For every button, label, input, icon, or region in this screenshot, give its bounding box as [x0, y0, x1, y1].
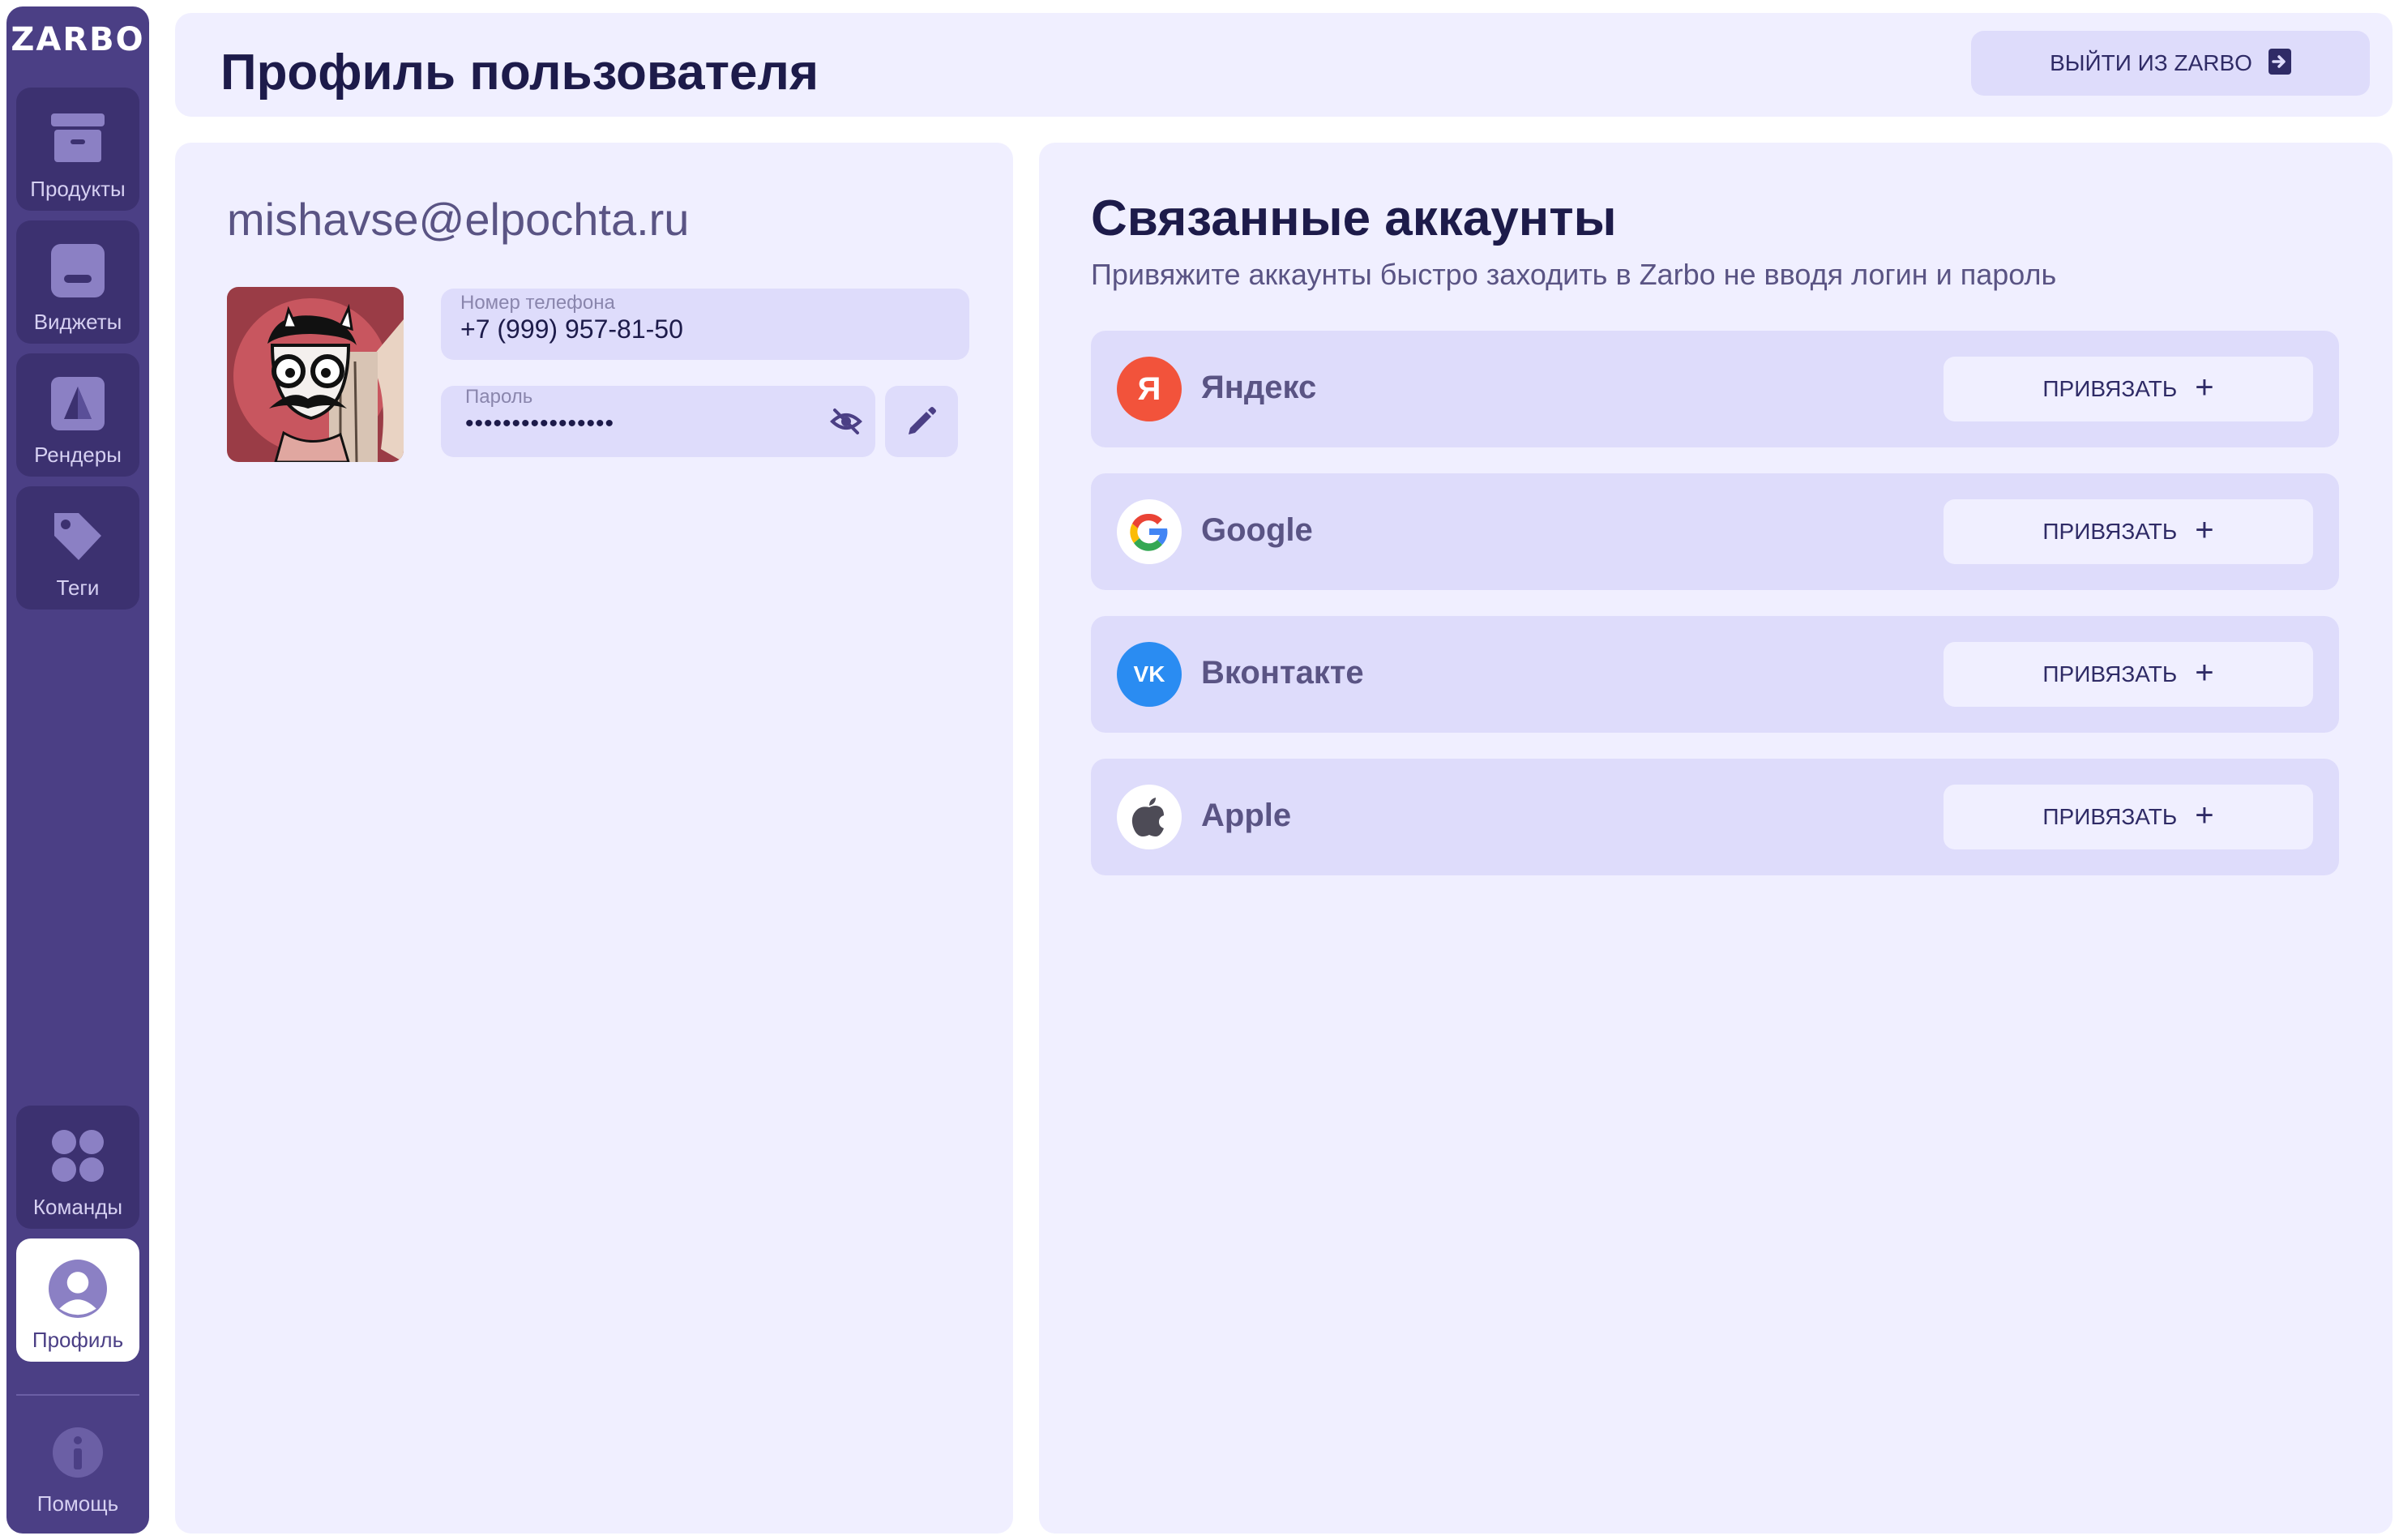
account-name: Вконтакте — [1201, 655, 1364, 691]
sidebar-item-help[interactable]: Помощь — [16, 1402, 139, 1525]
sidebar-item-label: Команды — [32, 1195, 123, 1219]
sidebar-item-renders[interactable]: Рендеры — [16, 353, 139, 477]
phone-value: +7 (999) 957-81-50 — [460, 314, 683, 344]
sidebar-item-profile[interactable]: Профиль — [16, 1238, 139, 1362]
link-button-label: ПРИВЯЗАТЬ — [2042, 804, 2178, 829]
account-name: Яндекс — [1201, 370, 1317, 405]
link-vk-button[interactable]: ПРИВЯЗАТЬ + — [1944, 642, 2313, 707]
phone-field[interactable]: Номер телефона +7 (999) 957-81-50 — [441, 289, 969, 360]
edit-password-button[interactable] — [885, 386, 958, 457]
sidebar: ZARBO Продукты Виджеты Рендеры Теги Кома… — [6, 6, 149, 1534]
password-field[interactable]: Пароль •••••••••••••••• — [441, 386, 875, 457]
account-row-google: Google ПРИВЯЗАТЬ + — [1091, 473, 2339, 590]
profile-panel: mishavse@elpochta.ru Номер телефона +7 (… — [175, 143, 1013, 1534]
archive-box-icon — [49, 109, 107, 167]
link-apple-button[interactable]: ПРИВЯЗАТЬ + — [1944, 785, 2313, 849]
account-name: Apple — [1201, 798, 1292, 833]
link-button-label: ПРИВЯЗАТЬ — [2042, 376, 2178, 401]
linked-accounts-title: Связанные аккаунты — [1091, 190, 1617, 246]
link-button-label: ПРИВЯЗАТЬ — [2042, 519, 2178, 544]
sidebar-item-products[interactable]: Продукты — [16, 88, 139, 211]
linked-accounts-panel: Связанные аккаунты Привяжите аккаунты бы… — [1039, 143, 2393, 1534]
page-header: Профиль пользователя ВЫЙТИ ИЗ ZARBO — [175, 13, 2393, 117]
account-row-vk: VK Вконтакте ПРИВЯЗАТЬ + — [1091, 616, 2339, 733]
google-icon — [1117, 499, 1182, 564]
page-title: Профиль пользователя — [220, 45, 819, 101]
plus-icon: + — [2195, 655, 2214, 691]
zarbo-logo[interactable]: ZARBO — [6, 21, 149, 58]
logout-button[interactable]: ВЫЙТИ ИЗ ZARBO — [1971, 31, 2370, 96]
logout-icon — [2268, 48, 2291, 79]
link-button-label: ПРИВЯЗАТЬ — [2042, 661, 2178, 687]
user-avatar-icon — [49, 1260, 107, 1318]
account-row-apple: Apple ПРИВЯЗАТЬ + — [1091, 759, 2339, 875]
plus-icon: + — [2195, 512, 2214, 548]
sidebar-item-label: Рендеры — [34, 443, 122, 467]
sidebar-item-label: Теги — [56, 575, 100, 600]
sidebar-item-label: Виджеты — [33, 310, 122, 334]
widget-icon — [49, 242, 107, 300]
link-google-button[interactable]: ПРИВЯЗАТЬ + — [1944, 499, 2313, 564]
password-value: •••••••••••••••• — [465, 410, 615, 437]
user-email: mishavse@elpochta.ru — [227, 194, 690, 245]
vk-icon: VK — [1117, 642, 1182, 707]
user-avatar[interactable] — [227, 287, 404, 462]
linked-accounts-subtitle: Привяжите аккаунты быстро заходить в Zar… — [1091, 258, 2057, 291]
teams-grid-icon — [49, 1127, 107, 1185]
sidebar-item-tags[interactable]: Теги — [16, 486, 139, 610]
sidebar-item-teams[interactable]: Команды — [16, 1106, 139, 1229]
render-pyramid-icon — [49, 374, 107, 433]
sidebar-item-label: Профиль — [32, 1328, 124, 1352]
plus-icon: + — [2195, 370, 2214, 405]
plus-icon: + — [2195, 798, 2214, 833]
eye-off-icon[interactable] — [830, 405, 862, 438]
apple-icon — [1117, 785, 1182, 849]
account-name: Google — [1201, 512, 1313, 548]
sidebar-item-label: Помощь — [36, 1491, 119, 1516]
link-yandex-button[interactable]: ПРИВЯЗАТЬ + — [1944, 357, 2313, 421]
tag-icon — [49, 507, 107, 566]
account-row-yandex: Я Яндекс ПРИВЯЗАТЬ + — [1091, 331, 2339, 447]
logout-button-label: ВЫЙТИ ИЗ ZARBO — [2050, 50, 2252, 75]
sidebar-divider — [16, 1394, 139, 1396]
sidebar-item-widgets[interactable]: Виджеты — [16, 220, 139, 344]
phone-label: Номер телефона — [460, 292, 615, 314]
password-label: Пароль — [465, 386, 533, 408]
pencil-icon — [905, 404, 938, 440]
sidebar-item-label: Продукты — [30, 177, 126, 201]
yandex-icon: Я — [1117, 357, 1182, 421]
info-icon — [49, 1423, 107, 1482]
